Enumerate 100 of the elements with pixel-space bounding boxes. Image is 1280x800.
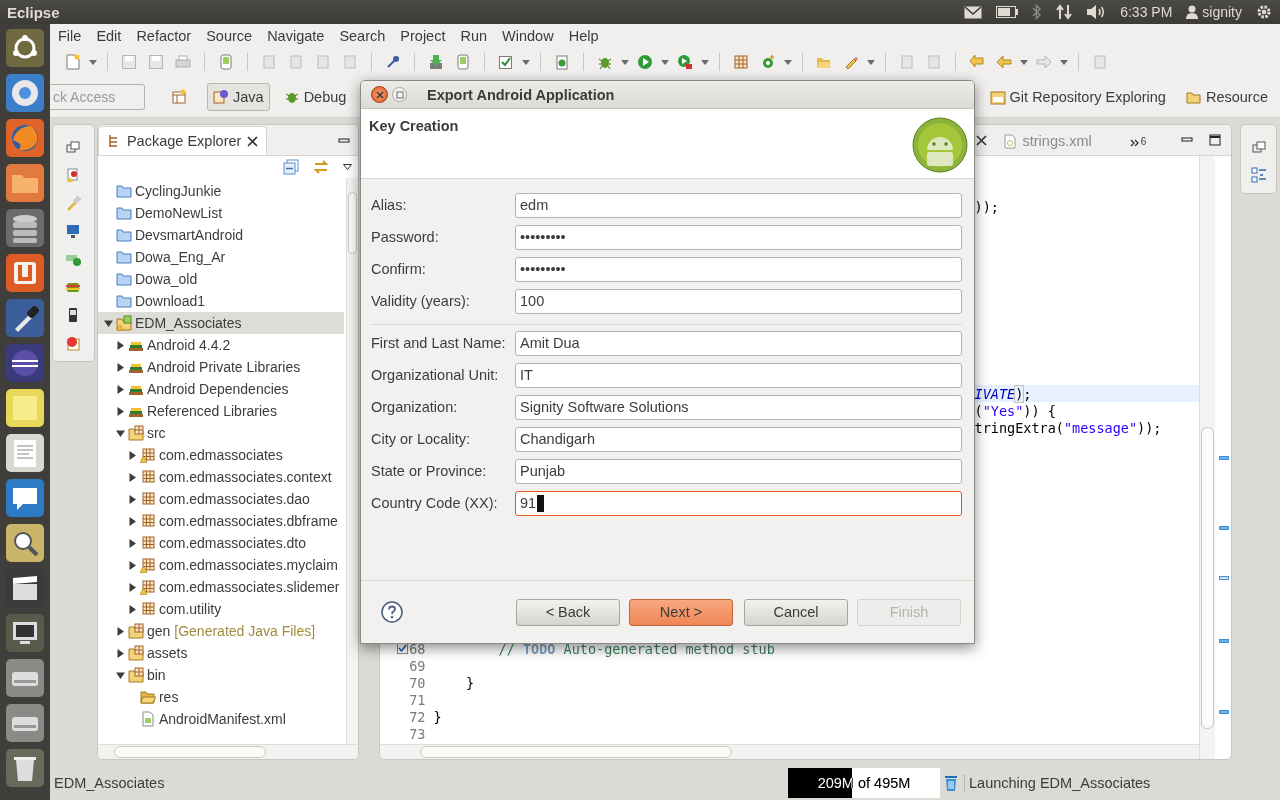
close-icon[interactable] xyxy=(247,135,259,147)
new-class-icon[interactable] xyxy=(554,54,570,70)
tree-arrow-icon[interactable] xyxy=(115,406,125,416)
perspective-button[interactable]: Resource xyxy=(1179,82,1274,111)
device-icon[interactable] xyxy=(218,54,234,70)
monitor-icon[interactable] xyxy=(65,223,82,239)
horizontal-scrollbar[interactable] xyxy=(379,744,1200,759)
input-field[interactable]: Chandigarh xyxy=(515,426,962,452)
tree-arrow-icon[interactable] xyxy=(127,494,137,504)
ruler-mark[interactable] xyxy=(1219,526,1230,530)
input-field[interactable]: edm xyxy=(515,192,962,218)
tree-item[interactable]: src xyxy=(97,422,344,444)
dropdown-caret-icon[interactable] xyxy=(1020,59,1028,65)
input-field[interactable]: Amit Dua xyxy=(515,330,962,356)
ruler-mark[interactable] xyxy=(1219,639,1230,643)
checkbox-icon[interactable] xyxy=(498,54,514,70)
menu-item[interactable]: Edit xyxy=(96,28,122,44)
text-editor-icon[interactable] xyxy=(5,433,45,473)
dropdown-caret-icon[interactable] xyxy=(522,59,530,65)
envelope-icon[interactable] xyxy=(964,5,983,19)
bluetooth-icon[interactable] xyxy=(1032,4,1043,20)
tree-item[interactable]: DemoNewList xyxy=(97,202,344,224)
vertical-scrollbar[interactable] xyxy=(345,178,358,744)
pencil-icon[interactable] xyxy=(843,54,859,70)
input-field[interactable]: Signity Software Solutions xyxy=(515,394,962,420)
menu-item[interactable]: Window xyxy=(502,28,554,44)
tab-overflow-button[interactable]: 6 xyxy=(1129,136,1147,147)
tree-item[interactable]: com.edmassociates.myclaim xyxy=(97,554,344,576)
tree-arrow-icon[interactable] xyxy=(127,516,137,526)
dropdown-caret-icon[interactable] xyxy=(1060,59,1068,65)
menu-item[interactable]: Navigate xyxy=(267,28,325,44)
ubuntu-logo-icon[interactable] xyxy=(5,28,45,68)
open-perspective-icon[interactable] xyxy=(171,88,187,105)
view-menu-icon[interactable] xyxy=(342,164,352,170)
dropdown-caret-icon[interactable] xyxy=(661,59,669,65)
magnifier-icon[interactable] xyxy=(5,523,45,563)
input-field[interactable]: 100 xyxy=(515,288,962,314)
tree-item[interactable]: com.edmassociates.dbframe xyxy=(97,510,344,532)
monitor-icon[interactable] xyxy=(5,613,45,653)
tree-item[interactable]: CyclingJunkie xyxy=(97,180,344,202)
menu-item[interactable]: Search xyxy=(339,28,386,44)
tree-arrow-icon[interactable] xyxy=(127,582,137,592)
collapse-all-icon[interactable] xyxy=(282,159,299,175)
tree-arrow-icon[interactable] xyxy=(115,648,125,658)
menu-item[interactable]: Run xyxy=(460,28,488,44)
tree-item[interactable]: EDM_Associates xyxy=(97,312,344,334)
tree-item[interactable]: Android Private Libraries xyxy=(97,356,344,378)
menu-item[interactable]: Source xyxy=(206,28,253,44)
dropdown-caret-icon[interactable] xyxy=(867,59,875,65)
tree-item[interactable]: com.edmassociates.dao xyxy=(97,488,344,510)
dropdown-caret-icon[interactable] xyxy=(621,59,629,65)
database-icon[interactable] xyxy=(5,208,45,248)
perspective-button[interactable]: Java xyxy=(207,82,270,111)
close-button[interactable] xyxy=(371,86,388,103)
dropdown-caret-icon[interactable] xyxy=(89,59,97,65)
tree-arrow-icon[interactable] xyxy=(115,626,125,636)
error-icon[interactable] xyxy=(65,335,82,351)
browser-icon[interactable] xyxy=(5,73,45,113)
trash-icon[interactable] xyxy=(5,748,45,788)
ruler-mark[interactable] xyxy=(1219,456,1230,460)
restore-icon[interactable] xyxy=(1250,139,1267,155)
input-field[interactable]: ••••••••• xyxy=(515,224,962,250)
tree-item[interactable]: Android Dependencies xyxy=(97,378,344,400)
tree-arrow-icon[interactable] xyxy=(103,318,113,328)
tree-arrow-icon[interactable] xyxy=(115,670,125,680)
input-field[interactable]: IT xyxy=(515,362,962,388)
tree-arrow-icon[interactable] xyxy=(115,384,125,394)
help-icon[interactable] xyxy=(381,601,403,623)
dialog-button[interactable]: Cancel xyxy=(744,598,848,626)
view-tab[interactable]: Package Explorer xyxy=(97,126,268,155)
ruler-mark[interactable] xyxy=(1219,710,1230,714)
menu-item[interactable]: Help xyxy=(568,28,599,44)
input-field[interactable]: ••••••••• xyxy=(515,256,962,282)
maximize-icon[interactable] xyxy=(1209,134,1222,146)
menu-item[interactable]: Project xyxy=(400,28,446,44)
tree-arrow-icon[interactable] xyxy=(115,340,125,350)
eyedropper-icon[interactable] xyxy=(5,298,45,338)
close-icon[interactable] xyxy=(975,135,987,146)
tree-item[interactable]: com.edmassociates xyxy=(97,444,344,466)
globe-icon[interactable] xyxy=(5,118,45,158)
run-config-icon[interactable] xyxy=(677,54,693,70)
tree-item[interactable]: res xyxy=(97,686,344,708)
volume-icon[interactable] xyxy=(1086,4,1107,20)
dialog-button[interactable]: < Back xyxy=(516,598,620,626)
tree-item[interactable]: bin xyxy=(97,664,344,686)
link-icon[interactable] xyxy=(312,159,329,175)
tree-item[interactable]: gen [Generated Java Files] xyxy=(97,620,344,642)
restore-icon[interactable] xyxy=(65,139,82,155)
tree-item[interactable]: assets xyxy=(97,642,344,664)
vertical-scrollbar[interactable] xyxy=(1199,156,1216,759)
ruler-mark[interactable] xyxy=(1219,576,1230,580)
tree-item[interactable]: Dowa_old xyxy=(97,268,344,290)
tree-item[interactable]: com.edmassociates.dto xyxy=(97,532,344,554)
input-field[interactable]: 91 xyxy=(515,490,962,516)
clapperboard-icon[interactable] xyxy=(5,568,45,608)
sticky-note-icon[interactable] xyxy=(5,388,45,428)
download-icon[interactable] xyxy=(428,54,444,70)
chat-icon[interactable] xyxy=(5,478,45,518)
pin-icon[interactable] xyxy=(385,54,401,70)
tree-item[interactable]: com.utility xyxy=(97,598,344,620)
